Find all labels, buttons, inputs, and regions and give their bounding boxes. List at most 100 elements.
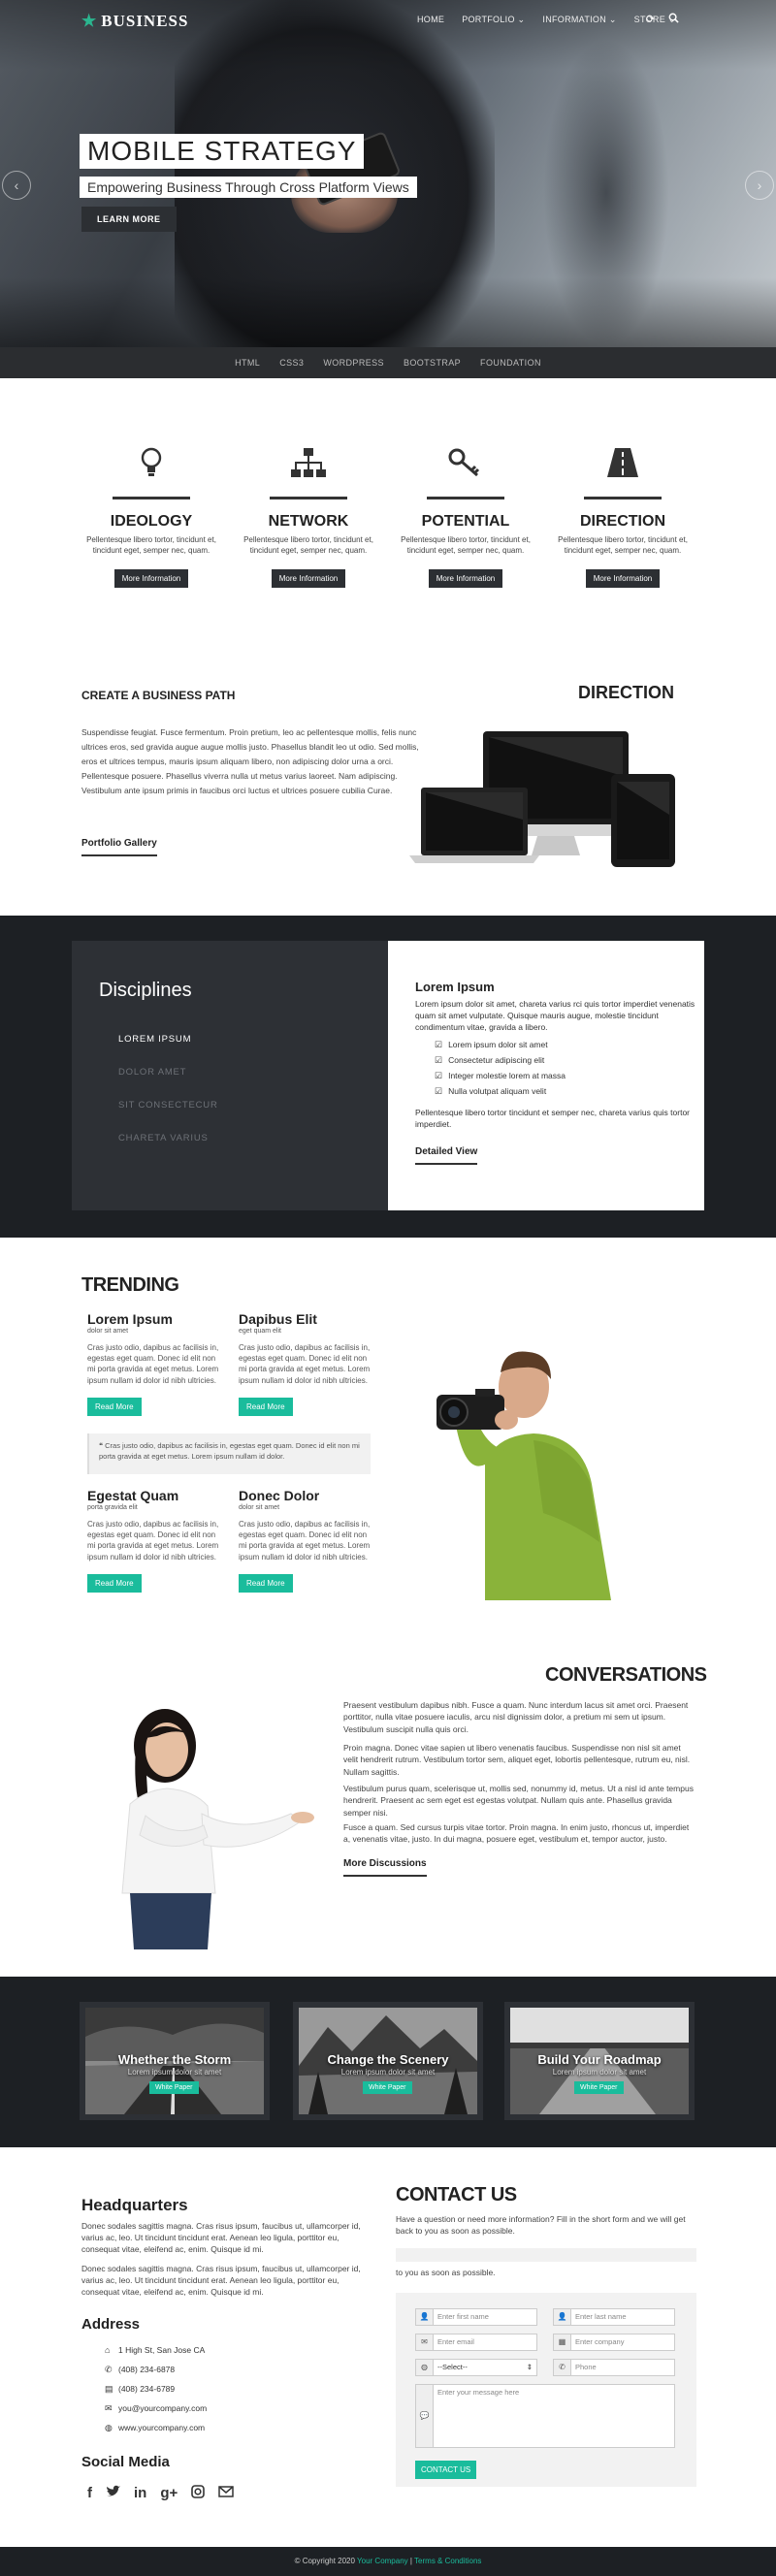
gallery-card-title: Build Your Roadmap — [537, 2052, 662, 2067]
trending-card: Egestat Quam porta gravida elit Cras jus… — [87, 1488, 223, 1593]
gallery-card[interactable]: Whether the Storm Lorem ipsum dolor sit … — [80, 2002, 270, 2120]
footer: © Copyright 2020 Your Company | Terms & … — [0, 2547, 776, 2576]
address-item[interactable]: ✉ you@yourcompany.com — [105, 2403, 207, 2414]
chevron-down-icon: ⇕ — [526, 2363, 533, 2371]
trending-quote: ❝ Cras justo odio, dapibus ac facilisis … — [87, 1433, 371, 1474]
topic-select[interactable]: ◍ --Select-- ⇕ — [415, 2359, 537, 2376]
email-field[interactable]: ✉ Enter email — [415, 2334, 537, 2351]
phone-field[interactable]: ✆ Phone — [553, 2359, 675, 2376]
brand-logo[interactable]: ★ BUSINESS — [81, 12, 188, 31]
slider-next-icon[interactable]: › — [745, 171, 774, 200]
building-icon: ▦ — [554, 2334, 571, 2350]
checkbox-icon: ☑ — [435, 1040, 443, 1049]
hero-subtitle: Empowering Business Through Cross Platfo… — [87, 179, 409, 195]
address-item[interactable]: ◍ www.yourcompany.com — [105, 2423, 205, 2433]
first-name-field[interactable]: 👤 Enter first name — [415, 2308, 537, 2326]
tag-wordpress[interactable]: WORDPRESS — [323, 358, 384, 368]
refresh-icon[interactable]: ⟳ — [646, 13, 655, 26]
gallery-card[interactable]: Change the Scenery Lorem ipsum dolor sit… — [293, 2002, 483, 2120]
feature-potential: POTENTIAL Pellentesque libero tortor, ti… — [388, 446, 543, 589]
instagram-icon[interactable] — [191, 2485, 206, 2502]
social-media-title: Social Media — [81, 2454, 170, 2470]
hero-title: MOBILE STRATEGY — [87, 136, 357, 166]
check-item: ☑ Lorem ipsum dolor sit amet — [435, 1040, 548, 1049]
feature-text: Pellentesque libero tortor, tincidunt et… — [86, 535, 216, 556]
trending-card: Lorem Ipsum dolor sit amet Cras justo od… — [87, 1311, 223, 1416]
menu-item-home[interactable]: HOME — [417, 15, 444, 25]
business-path-title: CREATE A BUSINESS PATH — [81, 689, 236, 702]
discipline-item-lorem-ipsum[interactable]: LOREM IPSUM — [118, 1034, 191, 1045]
more-information-button[interactable]: More Information — [585, 569, 661, 589]
conversation-paragraph: Vestibulum purus quam, scelerisque ut, m… — [343, 1784, 694, 1818]
slider-prev-icon[interactable]: ‹ — [2, 171, 31, 200]
user-icon: 👤 — [416, 2309, 434, 2325]
conversation-paragraph: Fusce a quam. Sed cursus turpis vitae to… — [343, 1822, 690, 1845]
tag-html[interactable]: HTML — [235, 358, 260, 368]
checkbox-icon: ☑ — [435, 1055, 443, 1065]
more-information-button[interactable]: More Information — [428, 569, 503, 589]
discipline-item-chareta-varius[interactable]: CHARETA VARIUS — [118, 1133, 209, 1143]
read-more-button[interactable]: Read More — [87, 1397, 142, 1416]
main-menu: HOME PORTFOLIO ⌄ INFORMATION ⌄ STORE ⌄ — [417, 15, 676, 25]
portfolio-gallery-link[interactable]: Portfolio Gallery — [81, 838, 157, 856]
panel-text: Lorem ipsum dolor sit amet, chareta vari… — [415, 999, 695, 1032]
contact-us-button[interactable]: CONTACT US — [415, 2461, 477, 2479]
feature-text: Pellentesque libero tortor, tincidunt et… — [401, 535, 531, 556]
key-icon — [446, 446, 485, 485]
checkbox-icon: ☑ — [435, 1071, 443, 1080]
linkedin-icon[interactable]: in — [134, 2485, 146, 2502]
photographer-image — [436, 1351, 611, 1600]
contact-us-title: CONTACT US — [396, 2184, 517, 2206]
disciplines-title: Disciplines — [99, 980, 192, 1001]
company-field[interactable]: ▦ Enter company — [553, 2334, 675, 2351]
gallery-card[interactable]: Build Your Roadmap Lorem ipsum dolor sit… — [504, 2002, 695, 2120]
discipline-item-dolor-amet[interactable]: DOLOR AMET — [118, 1067, 186, 1078]
terms-link[interactable]: Terms & Conditions — [414, 2557, 481, 2565]
feature-ideology: IDEOLOGY Pellentesque libero tortor, tin… — [74, 446, 229, 589]
white-paper-button[interactable]: White Paper — [574, 2081, 624, 2094]
feature-title: POTENTIAL — [421, 513, 510, 530]
star-icon: ★ — [81, 12, 98, 30]
menu-item-portfolio[interactable]: PORTFOLIO ⌄ — [462, 15, 525, 25]
search-icon[interactable] — [668, 13, 679, 26]
menu-item-information[interactable]: INFORMATION ⌄ — [542, 15, 616, 25]
mail-icon[interactable] — [218, 2485, 235, 2502]
sitemap-icon — [289, 446, 328, 485]
googleplus-icon[interactable]: g+ — [160, 2485, 178, 2502]
more-information-button[interactable]: More Information — [271, 569, 346, 589]
feature-text: Pellentesque libero tortor, tincidunt et… — [558, 535, 688, 556]
detailed-view-link[interactable]: Detailed View — [415, 1146, 478, 1165]
globe-icon: ◍ — [416, 2360, 434, 2375]
contact-text-2: to you as soon as possible. — [396, 2268, 496, 2277]
facebook-icon[interactable]: f — [87, 2485, 92, 2502]
twitter-icon[interactable] — [106, 2485, 120, 2502]
read-more-button[interactable]: Read More — [239, 1573, 293, 1593]
more-discussions-link[interactable]: More Discussions — [343, 1858, 427, 1877]
conversation-paragraph: Proin magna. Donec vitae sapien ut liber… — [343, 1743, 691, 1777]
read-more-button[interactable]: Read More — [239, 1397, 293, 1416]
company-link[interactable]: Your Company — [357, 2557, 408, 2565]
check-item: ☑ Integer molestie lorem at massa — [435, 1071, 566, 1080]
white-paper-button[interactable]: White Paper — [363, 2081, 412, 2094]
woman-pointing-image — [121, 1709, 314, 1949]
tag-foundation[interactable]: FOUNDATION — [480, 358, 541, 368]
address-item: ▤ (408) 234-6789 — [105, 2384, 176, 2394]
feature-direction: DIRECTION Pellentesque libero tortor, ti… — [545, 446, 700, 589]
trending-card: Donec Dolor dolor sit amet Cras justo od… — [239, 1488, 374, 1593]
gallery-card-subtitle: Lorem ipsum dolor sit amet — [340, 2068, 436, 2077]
conversation-paragraph: Praesent vestibulum dapibus nibh. Fusce … — [343, 1700, 689, 1734]
conversations-title: CONVERSATIONS — [545, 1664, 707, 1686]
discipline-item-sit-consectecur[interactable]: SIT CONSECTECUR — [118, 1100, 218, 1111]
white-paper-button[interactable]: White Paper — [149, 2081, 199, 2094]
learn-more-button[interactable]: LEARN MORE — [81, 207, 177, 232]
message-field[interactable]: 💬 Enter your message here — [415, 2384, 675, 2448]
more-information-button[interactable]: More Information — [113, 569, 189, 589]
tag-css3[interactable]: CSS3 — [279, 358, 304, 368]
print-icon: ▤ — [105, 2384, 113, 2394]
read-more-button[interactable]: Read More — [87, 1573, 142, 1593]
headquarters-text: Donec sodales sagittis magna. Cras risus… — [81, 2264, 361, 2297]
last-name-field[interactable]: 👤 Enter last name — [553, 2308, 675, 2326]
feature-network: NETWORK Pellentesque libero tortor, tinc… — [231, 446, 386, 589]
gallery-card-title: Change the Scenery — [327, 2052, 449, 2067]
tag-bootstrap[interactable]: BOOTSTRAP — [404, 358, 461, 368]
